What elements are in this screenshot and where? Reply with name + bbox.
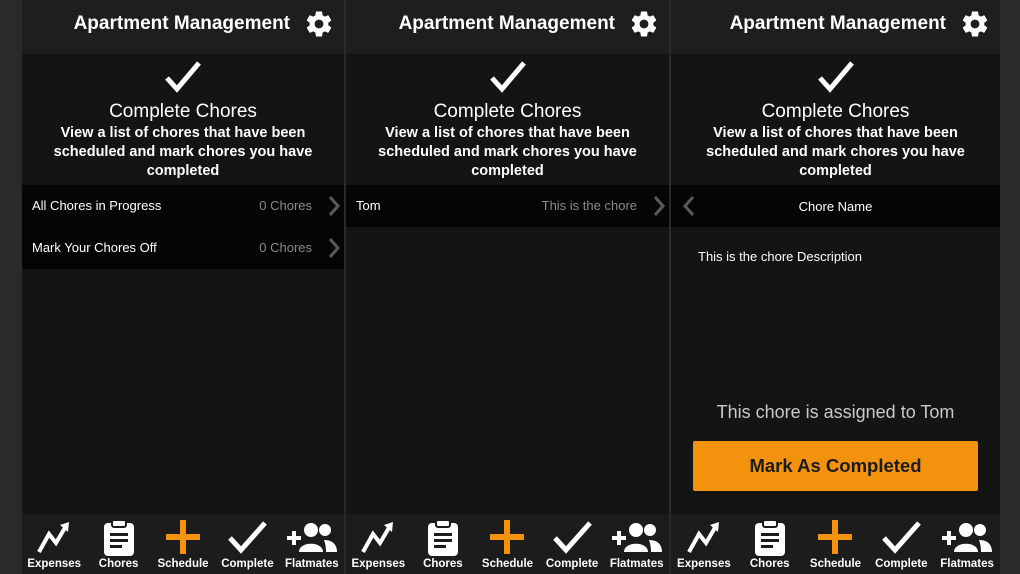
- tab-label: Flatmates: [284, 558, 339, 570]
- tab-label: Schedule: [481, 558, 534, 570]
- tab-complete[interactable]: Complete: [868, 514, 934, 574]
- tab-expenses[interactable]: Expenses: [671, 514, 737, 574]
- screen-chore-detail: Apartment Management Complete Chores Vie…: [671, 0, 1000, 574]
- checkmark-icon: [228, 521, 268, 554]
- list-item-label: Mark Your Chores Off: [32, 240, 157, 255]
- checkmark-icon: [817, 61, 854, 93]
- add-user-icon: [286, 523, 337, 552]
- checkmark-icon: [165, 61, 201, 93]
- top-bar: Apartment Management: [671, 0, 1000, 54]
- tab-flatmates[interactable]: Flatmates: [280, 514, 344, 574]
- clipboard-icon: [427, 519, 458, 556]
- top-bar: Apartment Management: [22, 0, 344, 54]
- chevron-right-icon: [328, 238, 340, 258]
- hero-description: View a list of chores that have been sch…: [706, 125, 965, 179]
- hero-description: View a list of chores that have been sch…: [53, 125, 313, 179]
- tab-label: Schedule: [157, 558, 209, 570]
- add-user-icon: [611, 523, 662, 552]
- checkmark-icon: [489, 61, 526, 93]
- list-item-count: 0 Chores: [259, 198, 312, 213]
- tab-complete[interactable]: Complete: [540, 514, 605, 574]
- tab-chores[interactable]: Chores: [411, 514, 476, 574]
- tab-label: Chores: [749, 558, 790, 570]
- tab-chores[interactable]: Chores: [86, 514, 150, 574]
- plus-icon: [490, 520, 525, 554]
- clipboard-icon: [754, 519, 785, 556]
- tab-schedule[interactable]: Schedule: [151, 514, 215, 574]
- tab-chores[interactable]: Chores: [737, 514, 803, 574]
- list-item-all-chores[interactable]: All Chores in Progress 0 Chores: [22, 185, 344, 227]
- tab-schedule[interactable]: Schedule: [475, 514, 540, 574]
- trend-up-icon: [687, 522, 719, 553]
- screen-chore-categories: Apartment Management Complete Chores Vie…: [22, 0, 344, 574]
- tab-bar: Expenses Chores Schedule Complete Flatma…: [671, 514, 1000, 574]
- top-bar: Apartment Management: [346, 0, 669, 54]
- tab-bar: Expenses Chores Schedule Complete Flatma…: [22, 514, 344, 574]
- tab-schedule[interactable]: Schedule: [803, 514, 869, 574]
- mark-completed-button[interactable]: Mark As Completed: [693, 441, 978, 491]
- chore-description: This is the chore Description: [698, 249, 863, 264]
- list-item-chore[interactable]: Tom This is the chore: [346, 185, 669, 227]
- list-item-chore-title: This is the chore: [541, 198, 637, 213]
- tab-bar: Expenses Chores Schedule Complete Flatma…: [346, 514, 669, 574]
- tab-label: Schedule: [809, 558, 862, 570]
- tab-flatmates[interactable]: Flatmates: [604, 514, 669, 574]
- add-user-icon: [942, 523, 993, 552]
- tab-flatmates[interactable]: Flatmates: [934, 514, 1000, 574]
- tab-label: Flatmates: [940, 558, 994, 570]
- tab-label: Complete: [545, 558, 599, 570]
- hero-description: View a list of chores that have been sch…: [378, 125, 637, 179]
- trend-up-icon: [361, 522, 394, 553]
- tab-label: Chores: [98, 558, 139, 570]
- tab-expenses[interactable]: Expenses: [22, 514, 86, 574]
- tab-label: Expenses: [27, 558, 82, 570]
- list-item-mark-chores[interactable]: Mark Your Chores Off 0 Chores: [22, 227, 344, 269]
- clipboard-icon: [103, 519, 134, 556]
- chevron-right-icon: [653, 196, 665, 216]
- chore-name: Chore Name: [798, 199, 873, 214]
- assigned-text: This chore is assigned to Tom: [716, 402, 955, 422]
- app-title: Apartment Management: [729, 13, 946, 34]
- tab-label: Chores: [423, 558, 463, 570]
- gear-icon[interactable]: [960, 9, 990, 39]
- plus-icon: [818, 520, 853, 554]
- hero-title: Complete Chores: [761, 101, 910, 122]
- gear-icon[interactable]: [304, 9, 334, 39]
- tab-label: Complete: [221, 558, 274, 570]
- trend-up-icon: [37, 522, 70, 553]
- tab-label: Expenses: [351, 558, 406, 570]
- chore-detail-header: Chore Name: [671, 185, 1000, 227]
- stage: Apartment Management Complete Chores Vie…: [0, 0, 1020, 574]
- app-title: Apartment Management: [398, 13, 615, 34]
- list-item-count: 0 Chores: [259, 240, 312, 255]
- list-item-assignee: Tom: [356, 198, 381, 213]
- hero-title: Complete Chores: [433, 101, 582, 122]
- checkmark-icon: [553, 521, 592, 554]
- checkmark-icon: [882, 521, 922, 554]
- plus-icon: [166, 520, 201, 554]
- tab-complete[interactable]: Complete: [215, 514, 279, 574]
- screen-chore-list: Apartment Management Complete Chores Vie…: [346, 0, 669, 574]
- hero-title: Complete Chores: [109, 101, 257, 122]
- tab-label: Flatmates: [609, 558, 664, 570]
- tab-label: Complete: [875, 558, 928, 570]
- list-item-label: All Chores in Progress: [32, 198, 162, 213]
- gear-icon[interactable]: [629, 9, 659, 39]
- chevron-right-icon: [328, 196, 340, 216]
- tab-expenses[interactable]: Expenses: [346, 514, 411, 574]
- tab-label: Expenses: [677, 558, 731, 570]
- app-title: Apartment Management: [73, 13, 290, 34]
